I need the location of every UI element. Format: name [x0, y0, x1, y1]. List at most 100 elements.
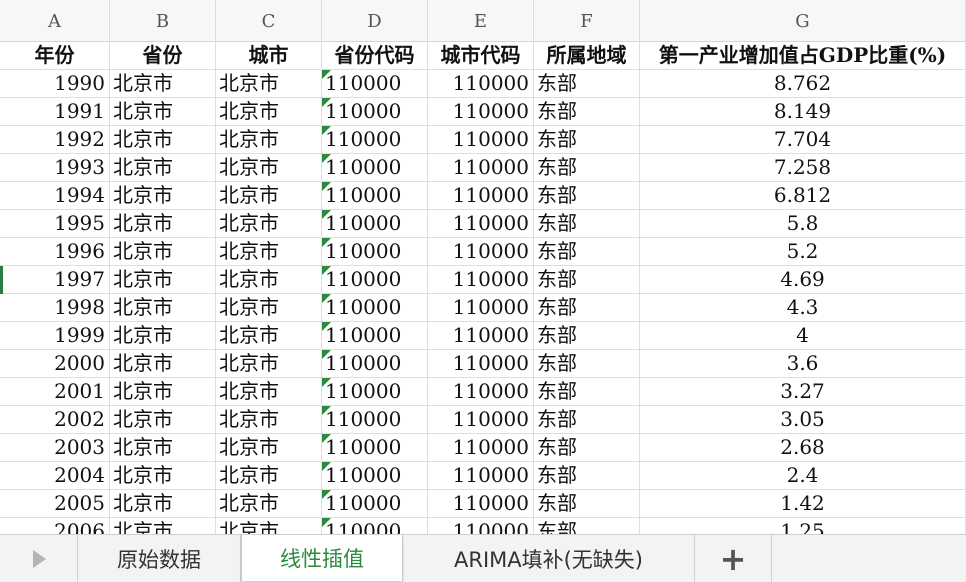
table-cell[interactable]: 东部 — [534, 154, 640, 181]
table-cell[interactable]: 1998 — [0, 294, 110, 321]
table-cell[interactable]: 1996 — [0, 238, 110, 265]
table-cell[interactable]: 北京市 — [110, 294, 216, 321]
table-cell[interactable]: 东部 — [534, 266, 640, 293]
table-cell[interactable]: 110000 — [322, 406, 428, 433]
table-cell[interactable]: 110000 — [428, 518, 534, 534]
column-header-d[interactable]: D — [322, 0, 428, 42]
table-cell[interactable]: 北京市 — [216, 518, 322, 534]
table-cell[interactable]: 东部 — [534, 182, 640, 209]
table-cell[interactable]: 4.69 — [640, 266, 966, 293]
column-header-c[interactable]: C — [216, 0, 322, 42]
table-cell[interactable]: 东部 — [534, 126, 640, 153]
table-cell[interactable]: 110000 — [428, 70, 534, 97]
table-cell[interactable]: 北京市 — [110, 238, 216, 265]
table-cell[interactable]: 东部 — [534, 490, 640, 517]
table-cell[interactable]: 110000 — [428, 322, 534, 349]
table-cell[interactable]: 北京市 — [110, 210, 216, 237]
table-cell[interactable]: 7.258 — [640, 154, 966, 181]
table-cell[interactable]: 北京市 — [110, 182, 216, 209]
table-cell[interactable]: 1994 — [0, 182, 110, 209]
header-cell[interactable]: 年份 — [0, 42, 110, 69]
table-cell[interactable]: 北京市 — [216, 70, 322, 97]
table-cell[interactable]: 东部 — [534, 322, 640, 349]
table-cell[interactable]: 1.25 — [640, 518, 966, 534]
table-cell[interactable]: 4 — [640, 322, 966, 349]
table-cell[interactable]: 110000 — [428, 294, 534, 321]
table-cell[interactable]: 北京市 — [216, 210, 322, 237]
header-cell[interactable]: 所属地域 — [534, 42, 640, 69]
table-cell[interactable]: 东部 — [534, 70, 640, 97]
table-cell[interactable]: 110000 — [322, 238, 428, 265]
table-cell[interactable]: 北京市 — [216, 406, 322, 433]
table-cell[interactable]: 110000 — [322, 182, 428, 209]
table-cell[interactable]: 2006 — [0, 518, 110, 534]
table-cell[interactable]: 110000 — [428, 434, 534, 461]
table-cell[interactable]: 1999 — [0, 322, 110, 349]
prev-sheet-button[interactable] — [0, 535, 78, 582]
table-cell[interactable]: 北京市 — [110, 322, 216, 349]
table-cell[interactable]: 8.762 — [640, 70, 966, 97]
table-cell[interactable]: 1995 — [0, 210, 110, 237]
header-cell[interactable]: 城市 — [216, 42, 322, 69]
table-cell[interactable]: 110000 — [322, 322, 428, 349]
table-cell[interactable]: 北京市 — [216, 378, 322, 405]
table-cell[interactable]: 北京市 — [216, 126, 322, 153]
table-cell[interactable]: 1997 — [0, 266, 110, 293]
table-cell[interactable]: 110000 — [322, 210, 428, 237]
table-cell[interactable]: 2005 — [0, 490, 110, 517]
table-cell[interactable]: 110000 — [322, 378, 428, 405]
table-cell[interactable]: 3.6 — [640, 350, 966, 377]
table-cell[interactable]: 北京市 — [216, 154, 322, 181]
header-cell[interactable]: 第一产业增加值占GDP比重(%) — [640, 42, 966, 69]
table-cell[interactable]: 3.05 — [640, 406, 966, 433]
table-cell[interactable]: 110000 — [428, 462, 534, 489]
table-cell[interactable]: 东部 — [534, 210, 640, 237]
table-cell[interactable]: 北京市 — [216, 294, 322, 321]
table-cell[interactable]: 110000 — [322, 294, 428, 321]
table-cell[interactable]: 110000 — [428, 490, 534, 517]
add-sheet-button[interactable]: + — [695, 535, 772, 582]
column-header-b[interactable]: B — [110, 0, 216, 42]
table-cell[interactable]: 北京市 — [216, 182, 322, 209]
table-cell[interactable]: 东部 — [534, 294, 640, 321]
table-cell[interactable]: 东部 — [534, 238, 640, 265]
column-header-g[interactable]: G — [640, 0, 966, 42]
table-cell[interactable]: 110000 — [322, 518, 428, 534]
table-cell[interactable]: 110000 — [322, 126, 428, 153]
table-cell[interactable]: 北京市 — [110, 266, 216, 293]
table-cell[interactable]: 110000 — [428, 406, 534, 433]
table-cell[interactable]: 东部 — [534, 462, 640, 489]
table-cell[interactable]: 1992 — [0, 126, 110, 153]
table-cell[interactable]: 北京市 — [110, 434, 216, 461]
table-cell[interactable]: 110000 — [322, 266, 428, 293]
table-cell[interactable]: 2003 — [0, 434, 110, 461]
table-cell[interactable]: 东部 — [534, 98, 640, 125]
table-cell[interactable]: 北京市 — [110, 350, 216, 377]
table-cell[interactable]: 东部 — [534, 518, 640, 534]
table-cell[interactable]: 北京市 — [216, 434, 322, 461]
table-cell[interactable]: 北京市 — [110, 518, 216, 534]
table-cell[interactable]: 1990 — [0, 70, 110, 97]
table-cell[interactable]: 110000 — [428, 266, 534, 293]
table-cell[interactable]: 110000 — [322, 98, 428, 125]
table-cell[interactable]: 110000 — [428, 154, 534, 181]
table-cell[interactable]: 北京市 — [216, 266, 322, 293]
table-cell[interactable]: 110000 — [428, 238, 534, 265]
table-cell[interactable]: 110000 — [428, 378, 534, 405]
table-cell[interactable]: 东部 — [534, 378, 640, 405]
table-cell[interactable]: 1.42 — [640, 490, 966, 517]
table-cell[interactable]: 110000 — [322, 70, 428, 97]
table-cell[interactable]: 北京市 — [216, 462, 322, 489]
table-cell[interactable]: 7.704 — [640, 126, 966, 153]
table-cell[interactable]: 110000 — [322, 462, 428, 489]
table-cell[interactable]: 2000 — [0, 350, 110, 377]
table-cell[interactable]: 110000 — [322, 490, 428, 517]
table-cell[interactable]: 北京市 — [110, 490, 216, 517]
table-cell[interactable]: 北京市 — [110, 126, 216, 153]
table-cell[interactable]: 北京市 — [110, 462, 216, 489]
table-cell[interactable]: 110000 — [322, 154, 428, 181]
table-cell[interactable]: 北京市 — [216, 490, 322, 517]
table-cell[interactable]: 1991 — [0, 98, 110, 125]
table-cell[interactable]: 北京市 — [216, 350, 322, 377]
table-cell[interactable]: 110000 — [428, 210, 534, 237]
